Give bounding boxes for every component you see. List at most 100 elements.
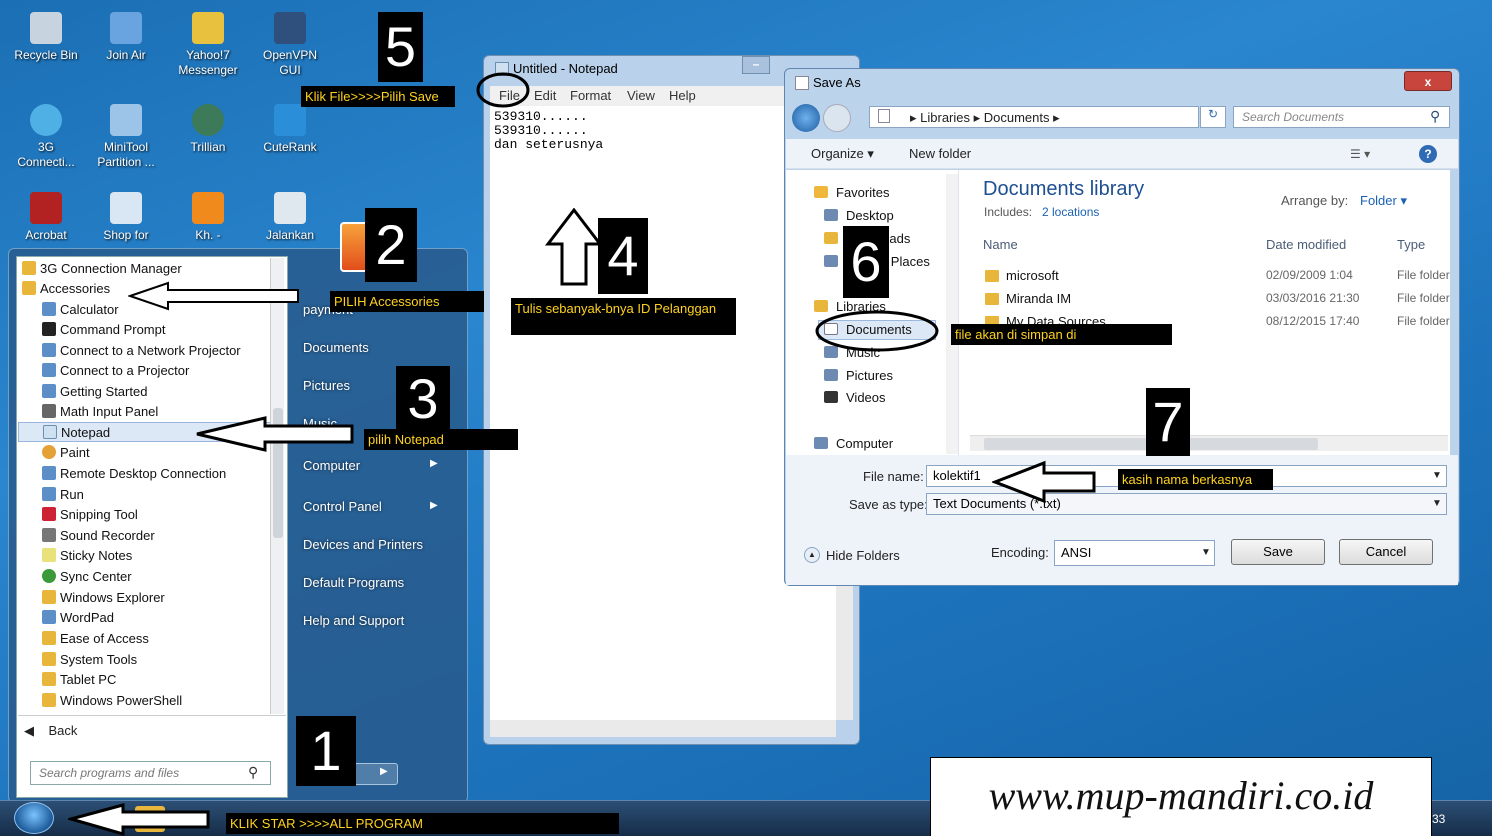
start-search-input[interactable]: Search programs and files [30,761,271,785]
cuterank-shortcut[interactable]: CuteRank [252,104,328,155]
locations-link[interactable]: 2 locations [1042,205,1099,219]
program-remote-desktop[interactable]: Remote Desktop Connection [18,463,276,483]
yahoo-messenger-shortcut[interactable]: Yahoo!7 Messenger [170,12,246,78]
start-link-computer[interactable]: Computer [303,458,360,473]
programs-scrollbar[interactable] [270,258,284,714]
close-button[interactable]: x [1404,71,1452,91]
minitool-shortcut[interactable]: MiniTool Partition ... [88,104,164,170]
acrobat-shortcut[interactable]: Acrobat [8,192,84,243]
column-header-name[interactable]: Name [983,237,1018,252]
program-getting-started[interactable]: Getting Started [18,381,276,401]
shop-icon [110,192,142,224]
help-icon[interactable]: ? [1419,145,1437,163]
program-label: Accessories [40,280,111,296]
menu-edit[interactable]: Edit [534,88,556,103]
arrow-left-annotation [196,416,354,452]
chevron-up-icon[interactable]: ▲ [804,547,820,563]
refresh-icon[interactable]: ↻ [1200,106,1226,128]
chevron-down-icon[interactable]: ▼ [1432,470,1442,481]
file-row-name[interactable]: microsoft [1006,268,1059,283]
program-command-prompt[interactable]: Command Prompt [18,319,276,339]
program-windows-explorer[interactable]: Windows Explorer [18,587,276,607]
jalankan-shortcut[interactable]: Jalankan [252,192,328,243]
program-label: 3G Connection Manager [40,260,182,276]
vlc-shortcut[interactable]: Kh. - [170,192,246,243]
start-link-help-support[interactable]: Help and Support [303,613,404,628]
program-ease-of-access[interactable]: Ease of Access [18,628,276,648]
command-prompt-icon [42,322,56,336]
start-button[interactable] [14,802,54,834]
hide-folders-button[interactable]: Hide Folders [826,548,900,563]
program-network-projector[interactable]: Connect to a Network Projector [18,340,276,360]
arrange-by-dropdown[interactable]: Folder ▾ [1360,193,1407,209]
program-wordpad[interactable]: WordPad [18,607,276,627]
save-button[interactable]: Save [1231,539,1325,565]
notepad-icon [43,425,57,439]
file-row-type: File folder [1397,268,1450,282]
shutdown-button[interactable] [350,763,398,785]
join-air-shortcut[interactable]: Join Air [88,12,164,63]
nav-computer[interactable]: Computer [814,436,893,451]
nav-videos[interactable]: Videos [824,390,886,405]
sync-icon [42,569,56,583]
menu-view[interactable]: View [627,88,655,103]
shutdown-options-icon[interactable]: ▶ [380,766,388,777]
organize-button[interactable]: Organize ▾ [811,146,874,162]
search-icon: ⚲ [1430,108,1441,124]
back-nav-button[interactable] [792,104,820,132]
calculator-icon [42,302,56,316]
trillian-icon [192,104,224,136]
column-header-type[interactable]: Type [1397,237,1425,252]
nav-scrollbar[interactable] [946,174,958,454]
3g-connection-shortcut[interactable]: 3G Connecti... [8,104,84,170]
program-label: Ease of Access [60,630,149,646]
getting-started-icon [42,384,56,398]
start-link-control-panel[interactable]: Control Panel [303,499,382,514]
menu-help[interactable]: Help [669,88,696,103]
program-run[interactable]: Run [18,484,276,504]
chevron-down-icon[interactable]: ▼ [1201,547,1211,558]
view-options-icon[interactable]: ☰ ▾ [1350,147,1370,161]
program-tablet-pc[interactable]: Tablet PC [18,669,276,689]
start-link-pictures[interactable]: Pictures [303,378,350,393]
cancel-button[interactable]: Cancel [1339,539,1433,565]
program-3g-connection-manager[interactable]: 3G Connection Manager [18,258,276,278]
trillian-shortcut[interactable]: Trillian [170,104,246,155]
start-link-documents[interactable]: Documents [303,340,369,355]
program-sync-center[interactable]: Sync Center [18,566,276,586]
file-list-horizontal-scrollbar[interactable] [970,435,1448,451]
openvpn-shortcut[interactable]: OpenVPN GUI [252,12,328,78]
forward-nav-button[interactable] [823,104,851,132]
minimize-button[interactable]: – [742,56,770,74]
file-row-date: 03/03/2016 21:30 [1266,291,1360,305]
program-system-tools[interactable]: System Tools [18,649,276,669]
sticky-note-icon [42,548,56,562]
program-label: Connect to a Projector [60,362,190,378]
recycle-bin-shortcut[interactable]: Recycle Bin [8,12,84,63]
program-projector[interactable]: Connect to a Projector [18,360,276,380]
search-documents-input[interactable]: Search Documents [1233,106,1450,128]
start-link-devices-printers[interactable]: Devices and Printers [303,537,423,552]
notepad-horizontal-scrollbar[interactable] [490,720,836,737]
back-button[interactable]: ◀ Back [24,723,77,739]
file-row-name[interactable]: Miranda IM [1006,291,1071,306]
nav-pictures[interactable]: Pictures [824,368,893,383]
encoding-select[interactable]: ANSI [1054,540,1215,566]
program-label: Connect to a Network Projector [60,342,241,358]
column-header-date[interactable]: Date modified [1266,237,1346,252]
nav-label: Pictures [846,368,893,383]
step-2-label: PILIH Accessories [330,291,484,312]
new-folder-button[interactable]: New folder [909,146,971,161]
shop-for-shortcut[interactable]: Shop for [88,192,164,243]
chevron-down-icon[interactable]: ▼ [1432,498,1442,509]
program-sound-recorder[interactable]: Sound Recorder [18,525,276,545]
program-windows-powershell[interactable]: Windows PowerShell [18,690,276,710]
nav-desktop[interactable]: Desktop [824,208,894,223]
address-bar[interactable]: ▸ Libraries ▸ Documents ▸ [869,106,1199,128]
start-link-default-programs[interactable]: Default Programs [303,575,404,590]
program-sticky-notes[interactable]: Sticky Notes [18,545,276,565]
nav-label: Favorites [836,185,890,200]
menu-format[interactable]: Format [570,88,611,103]
nav-favorites[interactable]: Favorites [814,185,890,200]
program-snipping-tool[interactable]: Snipping Tool [18,504,276,524]
